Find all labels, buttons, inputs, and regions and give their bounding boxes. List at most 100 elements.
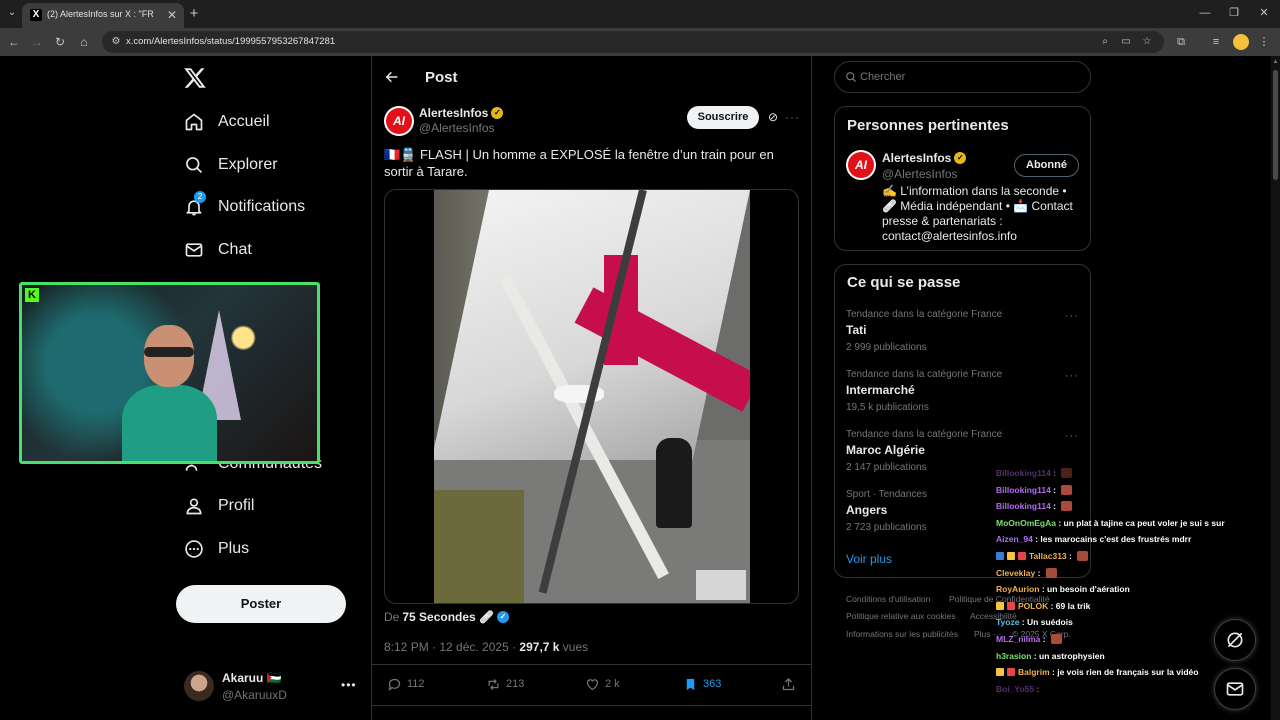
footer-terms-link[interactable]: Conditions d'utilisation bbox=[846, 594, 930, 604]
relevant-bio: ✍️ L’information dans la seconde • 🩹 Méd… bbox=[882, 184, 1073, 243]
page-scrollbar[interactable]: ▲ bbox=[1271, 56, 1280, 720]
grok-floating-button[interactable] bbox=[1214, 619, 1256, 661]
chat-separator: : bbox=[1066, 551, 1075, 561]
person-icon bbox=[184, 496, 204, 516]
relevant-name-row[interactable]: AlertesInfos ✓ bbox=[882, 151, 967, 165]
extensions-icon[interactable]: ⧉ bbox=[1173, 34, 1189, 50]
like-button[interactable]: 2 k bbox=[584, 676, 620, 692]
reading-list-icon[interactable]: ≡ bbox=[1208, 34, 1224, 50]
nav-item-profile[interactable]: Profil bbox=[184, 491, 254, 521]
chat-badge-icon bbox=[1007, 602, 1015, 610]
post-meta: 8:12 PM · 12 déc. 2025 · 297,7 k vues bbox=[384, 640, 588, 654]
restore-button[interactable]: ❐ bbox=[1224, 5, 1244, 21]
user-avatar[interactable] bbox=[184, 671, 214, 701]
minimize-button[interactable]: — bbox=[1195, 5, 1215, 21]
chat-separator: : bbox=[1031, 651, 1039, 661]
chat-emote-icon bbox=[1061, 485, 1073, 495]
trend-more-icon[interactable]: ··· bbox=[1065, 430, 1079, 442]
close-window-button[interactable]: ✕ bbox=[1254, 5, 1274, 21]
chat-text: les marocains c'est des frustrés mdrr bbox=[1040, 534, 1192, 544]
chat-username: Billooking114 bbox=[996, 485, 1051, 495]
search-icon bbox=[184, 155, 204, 175]
trend-more-icon[interactable]: ··· bbox=[1065, 310, 1079, 322]
chat-message: Billooking114 : bbox=[996, 466, 1073, 480]
chat-emote-icon bbox=[1050, 634, 1062, 644]
post-more-icon[interactable]: ··· bbox=[785, 110, 800, 124]
share-button[interactable] bbox=[780, 676, 801, 692]
chat-badge-icon bbox=[1007, 552, 1015, 560]
nav-item-label: Notifications bbox=[218, 198, 306, 215]
browser-tab[interactable]: X (2) AlertesInfos sur X : "FR ✕ bbox=[22, 3, 184, 28]
home-button[interactable]: ⌂ bbox=[76, 34, 92, 50]
bell-icon: 2 bbox=[184, 191, 206, 217]
trend-item[interactable]: Tendance dans la catégorie France Tati 2… bbox=[846, 309, 1081, 353]
chat-message: h3rasion : un astrophysien bbox=[996, 649, 1105, 663]
post-video[interactable] bbox=[384, 189, 799, 604]
following-button[interactable]: Abonné bbox=[1014, 154, 1079, 177]
reply-button[interactable]: 112 bbox=[386, 676, 425, 692]
x-logo-icon[interactable] bbox=[183, 66, 207, 90]
close-tab-icon[interactable]: ✕ bbox=[164, 7, 180, 23]
cast-icon[interactable]: ▭ bbox=[1119, 35, 1133, 49]
browser-menu-icon[interactable]: ⋮ bbox=[1256, 34, 1272, 50]
chat-username: Cleveklay bbox=[996, 568, 1036, 578]
trend-more-icon[interactable]: ··· bbox=[1065, 370, 1079, 382]
scroll-up-arrow-icon[interactable]: ▲ bbox=[1272, 58, 1279, 66]
messages-floating-button[interactable] bbox=[1214, 668, 1256, 710]
chat-separator: : bbox=[1034, 684, 1042, 694]
trend-name: Intermarché bbox=[846, 383, 915, 397]
verified-gold-icon: ✓ bbox=[954, 152, 967, 164]
post-timestamp[interactable]: 8:12 PM · 12 déc. 2025 · bbox=[384, 640, 519, 654]
chat-text: Un suédois bbox=[1027, 617, 1073, 627]
new-tab-button[interactable]: + bbox=[186, 6, 202, 22]
bookmark-star-icon[interactable]: ☆ bbox=[1140, 35, 1154, 49]
back-button[interactable]: ← bbox=[6, 34, 22, 50]
address-bar[interactable]: ⚙ x.com/AlertesInfos/status/199955795326… bbox=[102, 31, 1164, 53]
grok-icon bbox=[1227, 632, 1243, 648]
nav-item-home[interactable]: Accueil bbox=[184, 107, 270, 137]
verified-blue-icon: ✓ bbox=[497, 611, 509, 623]
trend-item[interactable]: Tendance dans la catégorie France Interm… bbox=[846, 369, 1081, 413]
trend-category: Tendance dans la catégorie France bbox=[846, 429, 1003, 440]
browser-profile-avatar[interactable] bbox=[1233, 34, 1249, 50]
bookmark-button[interactable]: 363 bbox=[682, 676, 721, 692]
subscribe-button[interactable]: Souscrire bbox=[687, 106, 759, 129]
scroll-thumb[interactable] bbox=[1273, 70, 1278, 180]
relevant-handle[interactable]: @AlertesInfos bbox=[882, 167, 958, 181]
trends-title: Ce qui se passe bbox=[847, 274, 961, 291]
nav-item-chat[interactable]: Chat bbox=[184, 235, 252, 265]
author-handle[interactable]: @AlertesInfos bbox=[419, 121, 495, 135]
reload-button[interactable]: ↻ bbox=[52, 34, 68, 50]
site-info-icon[interactable]: ⚙ bbox=[109, 35, 123, 49]
source-link[interactable]: 75 Secondes 🩹 bbox=[402, 610, 494, 624]
account-menu-icon[interactable]: ••• bbox=[341, 678, 357, 692]
mail-icon bbox=[1226, 682, 1244, 696]
chat-message: RoyAurion : un besoin d'aération bbox=[996, 582, 1130, 596]
tab-title: (2) AlertesInfos sur X : "FR bbox=[47, 9, 154, 19]
user-handle[interactable]: @AkaruuxD bbox=[222, 688, 287, 702]
nav-item-more[interactable]: Plus bbox=[184, 534, 249, 564]
view-count: 297,7 k bbox=[519, 640, 560, 654]
tab-search-dropdown-icon[interactable]: ⌄ bbox=[4, 5, 20, 21]
author-name-row[interactable]: AlertesInfos ✓ bbox=[419, 106, 504, 120]
zoom-icon[interactable]: ⌕ bbox=[1098, 35, 1112, 49]
user-name[interactable]: Akaruu 🇵🇸 bbox=[222, 671, 282, 685]
footer-ads-link[interactable]: Informations sur les publicités bbox=[846, 629, 958, 639]
chat-message: MLZ_nilma : bbox=[996, 632, 1062, 646]
author-avatar[interactable]: AI bbox=[384, 106, 414, 136]
search-input[interactable]: Chercher bbox=[834, 61, 1091, 93]
relevant-avatar[interactable]: AI bbox=[846, 150, 876, 180]
author-name: AlertesInfos bbox=[419, 106, 489, 120]
grok-icon[interactable]: ⊘ bbox=[766, 110, 780, 124]
chat-message: Tallac313 : bbox=[996, 549, 1089, 563]
back-arrow-icon[interactable] bbox=[384, 69, 400, 85]
nav-item-notifications[interactable]: 2 Notifications bbox=[184, 191, 306, 222]
chat-separator: : bbox=[1040, 634, 1048, 644]
repost-button[interactable]: 213 bbox=[485, 676, 524, 692]
forward-button[interactable]: → bbox=[29, 34, 45, 50]
post-button[interactable]: Poster bbox=[176, 585, 346, 623]
see-more-link[interactable]: Voir plus bbox=[846, 552, 892, 566]
footer-cookies-link[interactable]: Politique relative aux cookies bbox=[846, 611, 956, 621]
nav-item-explore[interactable]: Explorer bbox=[184, 150, 278, 180]
verified-gold-icon: ✓ bbox=[491, 107, 504, 119]
